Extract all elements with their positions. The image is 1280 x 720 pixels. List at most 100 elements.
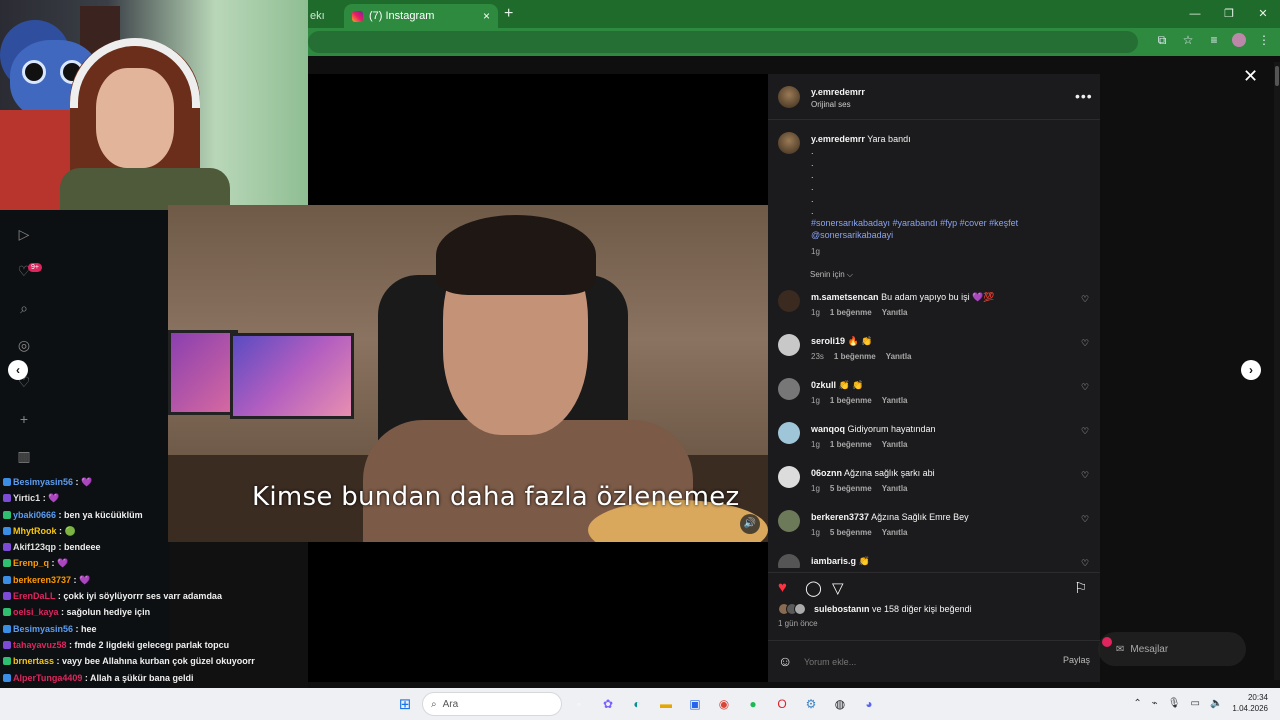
spotify-icon[interactable]: ● xyxy=(741,692,765,716)
commenter-avatar[interactable] xyxy=(778,422,800,444)
comment-like-icon[interactable]: ♡ xyxy=(1081,382,1089,393)
mute-icon[interactable]: 🔊 xyxy=(740,514,760,534)
file-explorer-icon[interactable]: ▬ xyxy=(654,692,678,716)
task-view-icon[interactable]: ▪ xyxy=(567,692,591,716)
scroll-thumb[interactable] xyxy=(1275,66,1279,86)
caption-mention[interactable]: @sonersarikabadayi xyxy=(811,230,893,240)
caption-username[interactable]: y.emredemrr xyxy=(811,134,865,144)
windows-start-icon[interactable]: ⊞ xyxy=(393,692,417,716)
network-icon[interactable]: ⌁ xyxy=(1152,698,1158,709)
media-icon[interactable]: ≡ xyxy=(1206,33,1222,48)
cast-icon[interactable]: ⧉ xyxy=(1154,33,1170,48)
comment-like-icon[interactable]: ♡ xyxy=(1081,294,1089,305)
restore-icon[interactable]: ❐ xyxy=(1212,0,1246,28)
search-icon[interactable]: ⌕ xyxy=(14,300,34,317)
new-tab-button[interactable]: + xyxy=(504,5,513,23)
comment-input[interactable] xyxy=(804,653,1044,671)
obs-icon[interactable]: ◍ xyxy=(828,692,852,716)
tab-instagram[interactable]: (7) Instagram × xyxy=(344,4,498,28)
commenter-avatar[interactable] xyxy=(778,334,800,356)
caption-hashtags[interactable]: #sonersarıkabadayı #yarabandı #fyp #cove… xyxy=(811,218,1018,228)
commenter-avatar[interactable] xyxy=(778,378,800,400)
caption-avatar[interactable] xyxy=(778,132,800,154)
commenter-username[interactable]: 0zkull xyxy=(811,380,836,390)
comment-like-count[interactable]: 1 beğenme xyxy=(830,396,872,405)
reels-icon[interactable]: ▷ xyxy=(14,226,34,243)
comment-sort-dropdown[interactable]: Senin için ⌵ xyxy=(810,270,853,280)
explore-icon[interactable]: ◎ xyxy=(14,337,34,354)
chat-username[interactable]: Besimyasin56 xyxy=(13,477,73,487)
post-comment-button[interactable]: Paylaş xyxy=(1063,655,1090,665)
tray-chevron-icon[interactable]: ⌃ xyxy=(1133,698,1141,709)
commenter-avatar[interactable] xyxy=(778,554,800,568)
chat-username[interactable]: ybaki0666 xyxy=(13,510,56,520)
tab-close-button[interactable]: × xyxy=(483,9,490,23)
close-window-icon[interactable]: ✕ xyxy=(1246,0,1280,28)
author-username[interactable]: y.emredemrr xyxy=(811,87,865,97)
likes-summary[interactable]: sulebostanın ve 158 diğer kişi beğendi xyxy=(814,604,972,614)
save-bookmark-icon[interactable]: ⚐ xyxy=(1074,579,1087,597)
menu-icon[interactable]: ⋮ xyxy=(1256,33,1272,48)
chat-username[interactable]: brnertass xyxy=(13,656,54,666)
comment-like-count[interactable]: 1 beğenme xyxy=(830,440,872,449)
comment-like-count[interactable]: 5 beğenme xyxy=(830,528,872,537)
display-icon[interactable]: ▭ xyxy=(1191,698,1200,709)
reply-button[interactable]: Yanıtla xyxy=(882,396,908,405)
chat-username[interactable]: AlperTunga4409 xyxy=(13,673,82,683)
profile-avatar-icon[interactable] xyxy=(1232,33,1246,47)
comment-like-icon[interactable]: ♡ xyxy=(1081,426,1089,437)
comment-like-count[interactable]: 1 beğenme xyxy=(830,308,872,317)
messages-button[interactable]: ✉ Mesajlar xyxy=(1098,632,1246,666)
previous-post-icon[interactable]: ‹ xyxy=(8,360,28,380)
tab-previous[interactable]: ekı xyxy=(308,4,344,28)
chat-username[interactable]: Yirtic1 xyxy=(13,493,40,503)
next-post-icon[interactable]: › xyxy=(1241,360,1261,380)
reply-button[interactable]: Yanıtla xyxy=(882,308,908,317)
comment-like-count[interactable]: 5 beğenme xyxy=(830,484,872,493)
bookmark-star-icon[interactable]: ☆ xyxy=(1180,33,1196,48)
edge-icon[interactable]: ◐ xyxy=(625,692,649,716)
comment-like-icon[interactable]: ♡ xyxy=(1081,514,1089,525)
chat-username[interactable]: Akif123qp xyxy=(13,542,56,552)
commenter-username[interactable]: seroli19 xyxy=(811,336,845,346)
mic-icon[interactable]: 🎙 xyxy=(1168,698,1181,709)
reply-button[interactable]: Yanıtla xyxy=(882,440,908,449)
address-bar[interactable] xyxy=(308,31,1138,53)
taskbar-search[interactable]: ⌕ Ara xyxy=(422,692,562,716)
close-modal-icon[interactable]: ✕ xyxy=(1243,66,1258,87)
chat-username[interactable]: oelsi_kaya xyxy=(13,607,59,617)
reply-button[interactable]: Yanıtla xyxy=(882,484,908,493)
page-scrollbar[interactable] xyxy=(1274,62,1280,680)
share-icon[interactable]: ▽ xyxy=(832,579,844,597)
commenter-username[interactable]: 06oznn xyxy=(811,468,842,478)
store-icon[interactable]: ▣ xyxy=(683,692,707,716)
reply-button[interactable]: Yanıtla xyxy=(882,528,908,537)
author-avatar[interactable] xyxy=(778,86,800,108)
emoji-icon[interactable]: ☺ xyxy=(778,653,792,669)
create-icon[interactable]: + xyxy=(14,411,34,428)
reply-button[interactable]: Yanıtla xyxy=(886,352,912,361)
comment-like-icon[interactable]: ♡ xyxy=(1081,338,1089,349)
commenter-avatar[interactable] xyxy=(778,510,800,532)
opera-icon[interactable]: O xyxy=(770,692,794,716)
chrome-icon[interactable]: ◉ xyxy=(712,692,736,716)
chat-username[interactable]: MhytRook xyxy=(13,526,57,536)
commenter-username[interactable]: wanqoq xyxy=(811,424,845,434)
commenter-avatar[interactable] xyxy=(778,466,800,488)
comment-like-icon[interactable]: ♡ xyxy=(1081,558,1089,568)
commenter-username[interactable]: berkeren3737 xyxy=(811,512,869,522)
commenter-username[interactable]: m.sametsencan xyxy=(811,292,879,302)
system-clock[interactable]: 20:34 1.04.2026 xyxy=(1232,692,1268,714)
discord-icon[interactable]: ◕ xyxy=(857,692,881,716)
chat-username[interactable]: berkeren3737 xyxy=(13,575,71,585)
like-heart-icon[interactable]: ♥ xyxy=(778,579,787,596)
chat-username[interactable]: ErenDaLL xyxy=(13,591,55,601)
commenter-username[interactable]: iambaris.g xyxy=(811,556,856,566)
audio-label[interactable]: Orijinal ses xyxy=(811,100,851,109)
chat-username[interactable]: Erenp_q xyxy=(13,558,49,568)
commenter-avatar[interactable] xyxy=(778,290,800,312)
chat-username[interactable]: tahayavuz58 xyxy=(13,640,67,650)
volume-icon[interactable]: 🔈 xyxy=(1210,698,1222,709)
more-options-icon[interactable]: ••• xyxy=(1075,88,1093,104)
comment-like-icon[interactable]: ♡ xyxy=(1081,470,1089,481)
